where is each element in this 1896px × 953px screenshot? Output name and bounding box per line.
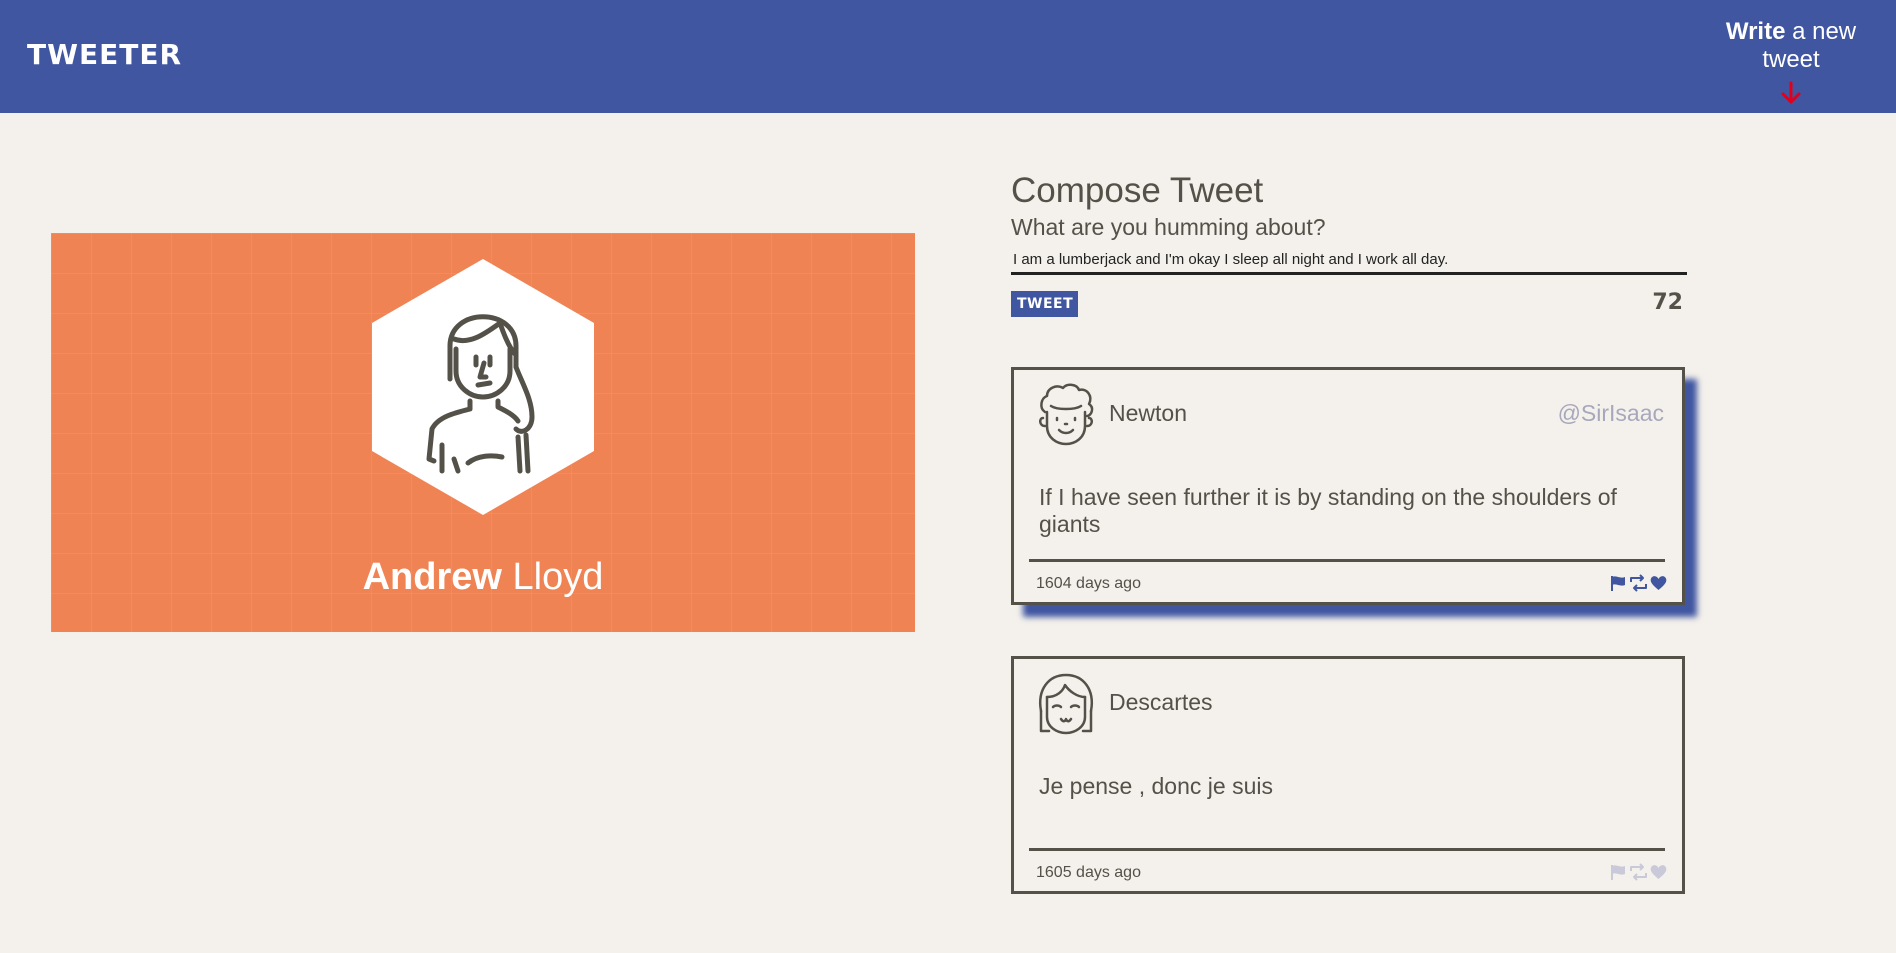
flag-icon[interactable] — [1609, 574, 1628, 592]
profile-card: Andrew Lloyd — [51, 233, 915, 632]
tweet-divider — [1029, 848, 1665, 851]
bangs-girl-avatar-icon — [1038, 673, 1094, 735]
profile-first-name: Andrew — [362, 556, 502, 598]
retweet-icon[interactable] — [1629, 574, 1648, 592]
tweet-card: Newton @SirIsaac If I have seen further … — [1011, 367, 1685, 605]
retweet-icon[interactable] — [1629, 863, 1648, 881]
tweet-card: Descartes Je pense , donc je suis 1605 d… — [1011, 656, 1685, 894]
brand-logo[interactable]: TWEETER — [27, 38, 182, 71]
woman-avatar-icon — [372, 259, 594, 515]
compose-label: What are you humming about? — [1011, 214, 1326, 240]
tweet-author: Descartes — [1109, 689, 1213, 715]
tweet-actions — [1609, 574, 1668, 594]
compose-title: Compose Tweet — [1011, 171, 1264, 211]
tweet-content: Je pense , donc je suis — [1039, 773, 1273, 799]
tweet-divider — [1029, 559, 1665, 562]
flag-icon[interactable] — [1609, 863, 1628, 881]
tweet-author: Newton — [1109, 400, 1187, 426]
curly-hair-man-avatar-icon — [1039, 383, 1094, 446]
profile-last-name: Lloyd — [512, 556, 604, 598]
heart-icon[interactable] — [1649, 863, 1668, 881]
tweet-timestamp: 1605 days ago — [1036, 864, 1141, 881]
tweet-button[interactable]: TWEET — [1011, 291, 1078, 317]
tweet-handle: @SirIsaac — [1557, 400, 1664, 426]
tweet-timestamp: 1604 days ago — [1036, 575, 1141, 592]
write-new-tweet-toggle[interactable]: Write a new tweet — [1702, 18, 1880, 106]
heart-icon[interactable] — [1649, 574, 1668, 592]
tweet-actions — [1609, 863, 1668, 883]
arrow-down-icon[interactable] — [1779, 80, 1803, 106]
write-label-strong: Write — [1725, 18, 1786, 45]
tweet-content: If I have seen further it is by standing… — [1039, 484, 1617, 537]
tweet-input[interactable] — [1011, 246, 1687, 275]
profile-name: Andrew Lloyd — [51, 556, 915, 599]
character-counter: 72 — [1652, 290, 1683, 315]
top-nav: TWEETER Write a new tweet — [0, 0, 1896, 113]
